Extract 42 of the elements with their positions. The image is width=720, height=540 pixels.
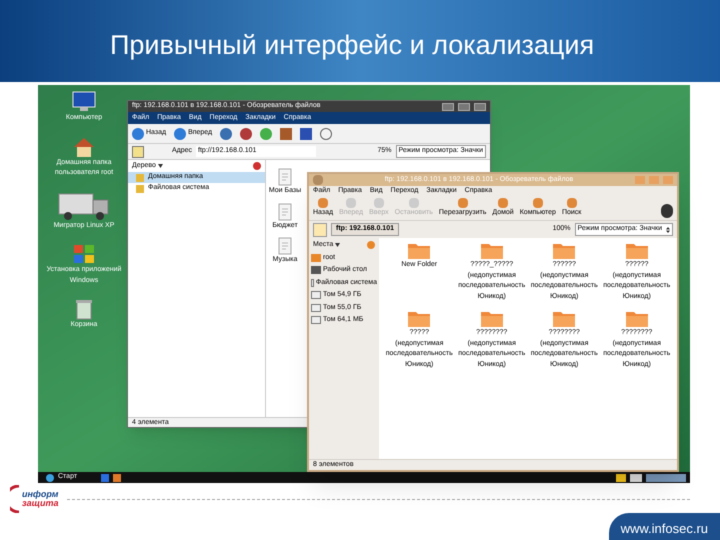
caret-icon[interactable] (158, 164, 163, 168)
toolbar-icon (318, 198, 328, 208)
folder-icon (480, 310, 504, 328)
folder-icon (624, 242, 649, 260)
logo-arc-icon (10, 485, 20, 513)
toolbar-icon (566, 198, 577, 208)
logo-text: информ (22, 490, 59, 499)
folder-icon (552, 310, 576, 328)
toolbar-icon (346, 198, 356, 208)
document-icon (278, 202, 292, 220)
folder-icon (407, 310, 432, 328)
slide-title: Привычный интерфейс и локализация (110, 28, 594, 62)
edit-location-icon (313, 222, 327, 236)
folder-icon (624, 310, 649, 328)
monitor-icon (70, 91, 97, 113)
minimize-button[interactable] (442, 102, 454, 110)
folder-icon (552, 242, 576, 260)
folder-icon (480, 242, 504, 260)
folder-icon (407, 242, 432, 260)
document-icon (278, 237, 292, 255)
trash-icon (74, 298, 93, 320)
website-url[interactable]: www.infosec.ru (620, 521, 708, 536)
app-icon (313, 175, 323, 185)
toolbar-icon (532, 198, 543, 208)
close-button[interactable] (474, 102, 486, 110)
toolbar-icon (458, 198, 468, 208)
caret-icon[interactable] (335, 243, 340, 248)
document-icon (278, 168, 292, 186)
toolbar-icon (408, 198, 419, 208)
tray-icon (630, 474, 642, 482)
tray-indicator (646, 474, 686, 482)
house-icon (72, 136, 96, 158)
note-icon (132, 146, 144, 158)
toolbar-icon (498, 198, 508, 208)
close-button[interactable] (253, 162, 261, 170)
logo-text: защита (22, 499, 59, 508)
maximize-button[interactable] (458, 102, 470, 110)
truck-icon (58, 190, 110, 220)
start-icon (46, 474, 54, 482)
spinner-arrows-icon (666, 226, 670, 232)
toolbar-icon (374, 198, 384, 208)
windows-flag-icon (72, 243, 96, 265)
